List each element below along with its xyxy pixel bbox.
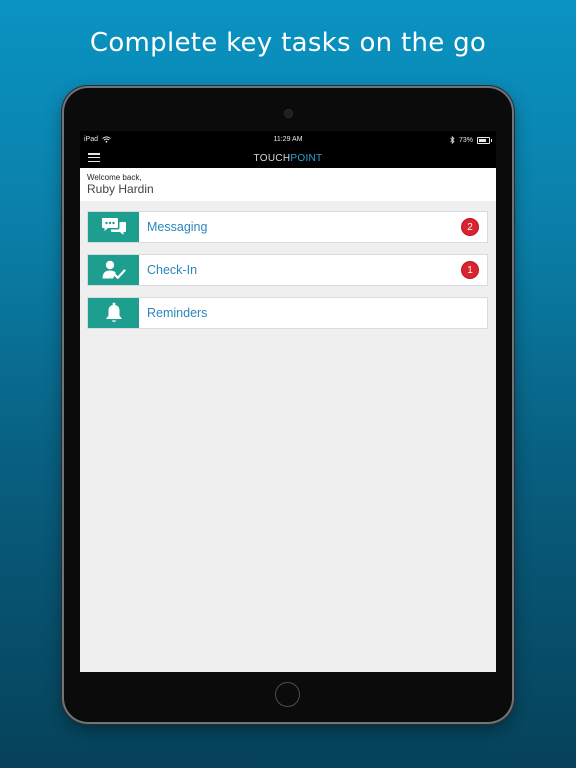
menu-item-label: Messaging [147,220,208,234]
main-content: Welcome back, Ruby Hardin Messaging 2 Ch… [80,168,496,672]
menu-item-check-in[interactable]: Check-In 1 [87,254,488,286]
marketing-headline: Complete key tasks on the go [89,28,487,58]
bluetooth-icon [450,136,455,144]
user-check-icon [102,260,126,279]
menu-item-label: Reminders [147,306,208,320]
menu-item-messaging[interactable]: Messaging 2 [87,211,488,243]
battery-icon [477,136,492,144]
chat-bubbles-icon [101,218,126,235]
notification-badge: 1 [461,261,479,279]
status-bar: iPad 11:29 AM 73% [80,131,496,148]
status-time: 11:29 AM [273,136,303,143]
front-camera [284,109,293,118]
welcome-greeting: Welcome back, [87,173,142,182]
menu-item-reminders[interactable]: Reminders [87,297,488,329]
app-brand-logo: TOUCHPOINT [80,153,496,164]
brand-text-touch: TOUCH [253,153,291,164]
battery-fill [479,138,486,142]
check-in-icon-box [88,255,139,285]
battery-percent: 73% [458,136,473,144]
ipad-device-frame: iPad 11:29 AM 73% TOUCHPOINT Welcome bac… [64,88,512,722]
app-nav-bar: TOUCHPOINT [80,148,496,168]
menu-item-label: Check-In [147,263,198,277]
brand-text-point: POINT [290,153,323,164]
bell-icon [105,302,122,322]
device-screen: iPad 11:29 AM 73% TOUCHPOINT Welcome bac… [80,131,496,672]
home-button[interactable] [275,682,300,707]
welcome-banner: Welcome back, Ruby Hardin [80,168,496,201]
messaging-icon-box [88,212,139,242]
notification-badge: 2 [461,218,479,236]
reminders-icon-box [88,298,139,328]
user-name: Ruby Hardin [87,182,154,196]
